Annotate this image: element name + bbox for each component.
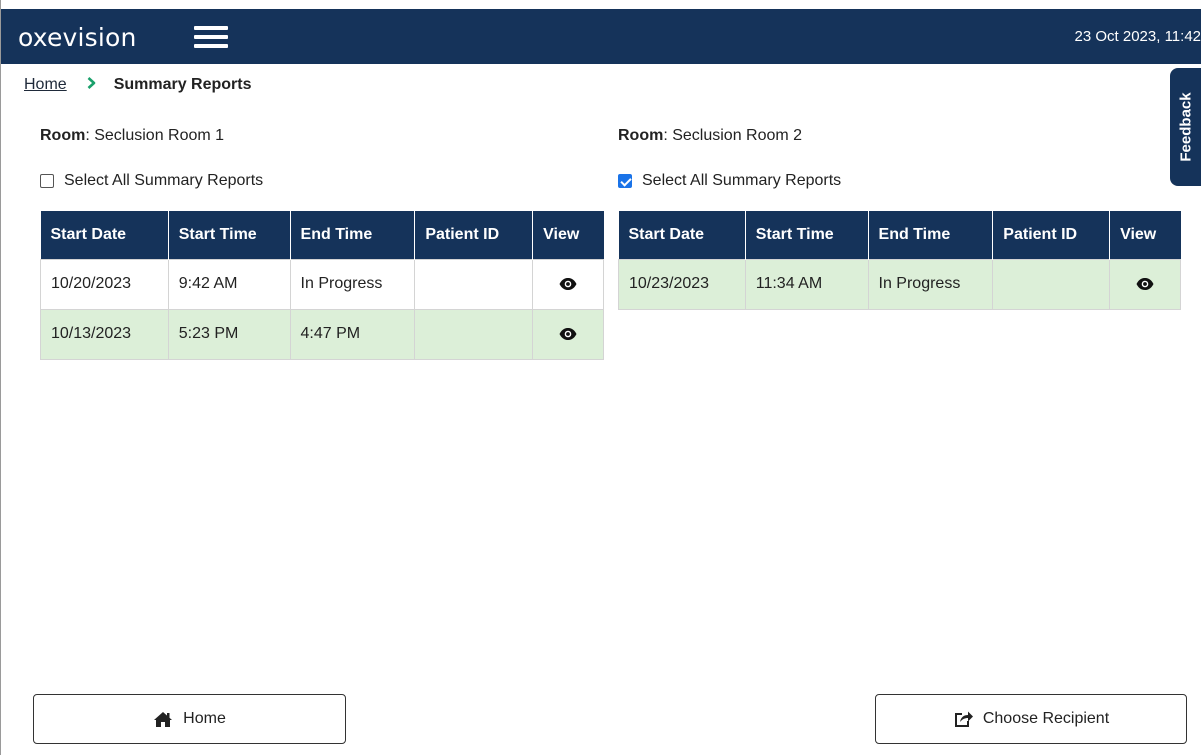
- table-row[interactable]: 10/13/2023 5:23 PM 4:47 PM: [40, 308, 604, 360]
- column-header-start-date[interactable]: Start Date: [40, 211, 169, 259]
- choose-recipient-button[interactable]: Choose Recipient: [875, 694, 1187, 744]
- room-2-select-all-label: Select All Summary Reports: [642, 172, 842, 189]
- view-button[interactable]: [1109, 258, 1181, 310]
- column-header-patient-id[interactable]: Patient ID: [414, 211, 534, 259]
- room-2-label-value: : Seclusion Room 2: [663, 127, 803, 144]
- column-header-view: View: [1109, 211, 1181, 259]
- table-row[interactable]: 10/20/2023 9:42 AM In Progress: [40, 258, 604, 310]
- table-header-row: Start Date Start Time End Time Patient I…: [40, 211, 604, 259]
- column-header-start-time[interactable]: Start Time: [168, 211, 291, 259]
- column-header-patient-id[interactable]: Patient ID: [992, 211, 1111, 259]
- room-1-select-all-label: Select All Summary Reports: [64, 172, 264, 189]
- room-2-select-all[interactable]: Select All Summary Reports: [618, 172, 841, 190]
- cell-start-date: 10/20/2023: [40, 258, 169, 310]
- cell-start-date: 10/13/2023: [40, 308, 169, 360]
- cell-start-time: 5:23 PM: [167, 308, 291, 360]
- eye-icon[interactable]: [559, 327, 577, 340]
- table-row[interactable]: 10/23/2023 11:34 AM In Progress: [618, 258, 1181, 310]
- app-logo: oxevision: [18, 23, 137, 52]
- current-datetime: 23 Oct 2023, 11:42: [1074, 28, 1201, 45]
- column-header-end-time[interactable]: End Time: [868, 211, 994, 259]
- room-2-label: Room: Seclusion Room 2: [618, 127, 802, 145]
- column-header-view: View: [532, 211, 604, 259]
- room-1-label-key: Room: [40, 127, 86, 144]
- chevron-right-icon: [87, 76, 96, 94]
- room-2-select-all-checkbox[interactable]: [618, 174, 632, 188]
- column-header-start-time[interactable]: Start Time: [745, 211, 869, 259]
- feedback-label: Feedback: [1177, 92, 1194, 162]
- cell-patient-id: [414, 308, 534, 360]
- home-icon: [153, 711, 173, 728]
- home-button-label: Home: [183, 710, 226, 727]
- app-frame: [0, 0, 1201, 755]
- room-1-select-all-checkbox[interactable]: [40, 174, 54, 188]
- share-icon: [953, 710, 973, 728]
- room-1-select-all[interactable]: Select All Summary Reports: [40, 172, 263, 190]
- room-1-label: Room: Seclusion Room 1: [40, 127, 224, 145]
- table-header-row: Start Date Start Time End Time Patient I…: [618, 211, 1181, 259]
- home-button[interactable]: Home: [33, 694, 346, 744]
- cell-start-time: 11:34 AM: [744, 258, 869, 310]
- cell-patient-id: [414, 258, 534, 310]
- breadcrumb-home-link[interactable]: Home: [24, 76, 67, 94]
- top-bar: oxevision 23 Oct 2023, 11:42: [1, 9, 1201, 64]
- cell-end-time: 4:47 PM: [289, 308, 416, 360]
- view-button[interactable]: [532, 308, 604, 360]
- choose-recipient-label: Choose Recipient: [982, 710, 1110, 727]
- room-2-reports-table: Start Date Start Time End Time Patient I…: [618, 211, 1181, 310]
- cell-start-date: 10/23/2023: [618, 258, 746, 310]
- cell-patient-id: [992, 258, 1111, 310]
- cell-end-time: In Progress: [867, 258, 994, 310]
- cell-end-time: In Progress: [289, 258, 416, 310]
- eye-icon[interactable]: [559, 277, 577, 290]
- hamburger-menu-icon[interactable]: [191, 22, 231, 52]
- cell-start-time: 9:42 AM: [167, 258, 291, 310]
- view-button[interactable]: [532, 258, 604, 310]
- column-header-end-time[interactable]: End Time: [290, 211, 416, 259]
- eye-icon[interactable]: [1136, 277, 1154, 290]
- breadcrumb-current: Summary Reports: [113, 76, 252, 93]
- room-2-label-key: Room: [618, 127, 664, 144]
- column-header-start-date[interactable]: Start Date: [618, 211, 746, 259]
- room-1-label-value: : Seclusion Room 1: [85, 127, 225, 144]
- room-1-reports-table: Start Date Start Time End Time Patient I…: [40, 211, 604, 360]
- feedback-tab[interactable]: Feedback: [1170, 68, 1201, 186]
- breadcrumb: Home Summary Reports: [24, 76, 252, 94]
